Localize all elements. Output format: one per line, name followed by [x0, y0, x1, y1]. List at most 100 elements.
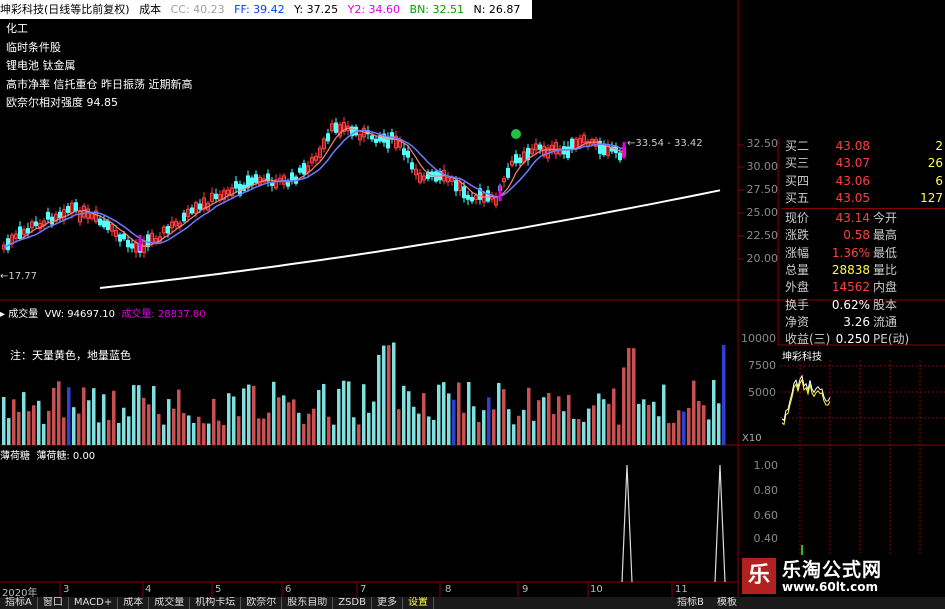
volume-bar [337, 388, 341, 445]
volume-bar [657, 416, 661, 445]
volume-bar [692, 380, 696, 445]
volume-tick: 7500 [748, 359, 776, 372]
volume-bar [597, 393, 601, 445]
stat-row[interactable]: 收益(三) 0.250 PE(动) [782, 331, 945, 348]
stat-value: 14562 [831, 280, 870, 295]
stat-row[interactable]: 涨跌 0.58 最高 [782, 227, 945, 244]
stat-key2: PE(动) [873, 332, 910, 347]
tab-indicator-b[interactable]: 指标B [672, 597, 709, 609]
stat-row[interactable]: 总量 28838 量比 [782, 262, 945, 279]
volume-bar [132, 385, 136, 445]
volume-bar [157, 414, 161, 445]
stat-key2: 股本 [873, 297, 898, 312]
volume-bar [237, 416, 241, 445]
watermark-title: 乐淘公式网 [782, 559, 883, 581]
volume-bar [447, 393, 451, 445]
bid-row[interactable]: 买三 43.07 26 [782, 155, 945, 172]
stat-row[interactable]: 涨幅 1.36% 最低 [782, 245, 945, 262]
tab-oneil[interactable]: 欧奈尔 [241, 597, 283, 609]
volume-bar [17, 411, 21, 445]
watermark: 乐 乐淘公式网 www.60lt.com [742, 555, 945, 597]
sub-tick: 0.60 [753, 509, 779, 522]
volume-value: 成交量: 28837.80 [121, 309, 206, 320]
bid-row[interactable]: 买二 43.08 2 [782, 138, 945, 155]
volume-bar [472, 406, 476, 445]
volume-bar [542, 397, 546, 445]
watermark-logo: 乐 [742, 558, 776, 594]
tab-zsdb[interactable]: ZSDB [333, 597, 372, 609]
stat-row[interactable]: 外盘 14562 内盘 [782, 279, 945, 296]
volume-bar [352, 417, 356, 445]
candle-body [374, 138, 378, 143]
volume-bar [267, 412, 271, 445]
candle-body [98, 218, 102, 226]
tab-settings[interactable]: 设置 [403, 597, 434, 609]
date-label: 4 [145, 584, 152, 595]
stat-key: 现价 [785, 211, 810, 226]
volume-bar [647, 404, 651, 445]
tab-indicator-a[interactable]: 指标A [0, 597, 38, 609]
candle-body [370, 135, 374, 140]
stat-key2: 量比 [873, 263, 898, 278]
volume-bar [372, 401, 376, 445]
stat-value: 3.26 [843, 314, 870, 329]
candle-body [406, 150, 410, 158]
bid-row[interactable]: 买四 43.06 6 [782, 173, 945, 190]
volume-header[interactable]: ▸ 成交量 VW: 94697.10 成交量: 28837.80 [0, 305, 206, 320]
price-tick: 27.50 [746, 183, 779, 196]
tab-institution[interactable]: 机构卡坛 [190, 597, 242, 609]
candle-body [462, 186, 466, 199]
volume-bar [442, 382, 446, 445]
volume-bar [437, 384, 441, 445]
volume-bar [117, 422, 121, 445]
quote-panel: 买二 43.08 2 买三 43.07 26 买四 43.06 6 买五 43.05 127 现… [782, 138, 945, 349]
volume-bar [392, 342, 396, 445]
ma-long-line [3, 129, 625, 248]
volume-bar [582, 421, 586, 445]
price-tick: 25.00 [746, 206, 779, 219]
volume-bar [322, 383, 326, 445]
volume-bar [577, 419, 581, 445]
volume-bar [457, 382, 461, 445]
candle-body [290, 172, 294, 181]
candle-body [466, 194, 470, 200]
volume-note: 注：天量黄色，地量蓝色 [10, 349, 131, 362]
tab-volume[interactable]: 成交量 [149, 597, 191, 609]
volume-bar [72, 407, 76, 445]
stat-key2: 内盘 [873, 280, 898, 295]
date-label: 11 [675, 584, 688, 595]
stat-row[interactable]: 净资 3.26 流通 [782, 314, 945, 331]
tab-template[interactable]: 模板 [712, 597, 742, 609]
stat-row[interactable]: 现价 43.14 今开 [782, 210, 945, 227]
candle-body [566, 146, 570, 159]
volume-bar [557, 396, 561, 445]
candle-body [454, 180, 458, 192]
sub-indicator-label: 薄荷糖 [0, 451, 30, 462]
volume-bar [147, 404, 151, 445]
volume-bar [22, 392, 26, 445]
stat-key2: 最高 [873, 228, 898, 243]
sub-tick: 1.00 [753, 459, 779, 472]
volume-bar [32, 405, 36, 445]
sub-indicator-header[interactable]: 薄荷糖 薄荷糖: 0.00 [0, 447, 95, 462]
tab-window[interactable]: 窗口 [38, 597, 69, 609]
stat-row[interactable]: 换手 0.62% 股本 [782, 297, 945, 314]
volume-bar [672, 422, 676, 445]
bid-row[interactable]: 买五 43.05 127 [782, 190, 945, 207]
date-label: 8 [445, 584, 452, 595]
tab-shareholder[interactable]: 股东自助 [282, 597, 334, 609]
volume-bar [642, 399, 646, 445]
tab-macd[interactable]: MACD+ [69, 597, 119, 609]
candle-body [118, 234, 122, 242]
volume-bar [552, 413, 556, 445]
volume-bar [347, 381, 351, 445]
signal-badge [511, 129, 521, 139]
tab-cost[interactable]: 成本 [118, 597, 150, 609]
candle-body [182, 212, 186, 222]
tab-more[interactable]: 更多 [372, 597, 403, 609]
stat-value: 28838 [831, 263, 870, 278]
candle-body [250, 177, 254, 186]
volume-bar [277, 397, 281, 445]
volume-label: 成交量 [8, 309, 39, 320]
volume-bar [632, 348, 636, 445]
